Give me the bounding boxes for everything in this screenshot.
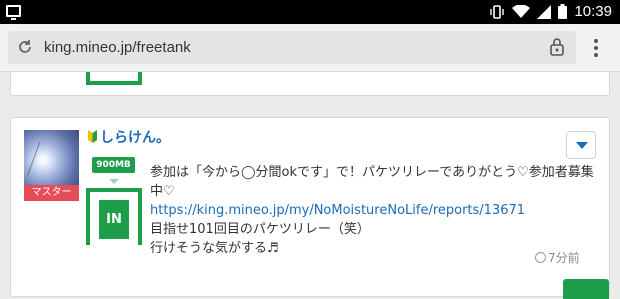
signal-icon	[537, 4, 552, 19]
previous-post-card	[10, 72, 610, 96]
browser-toolbar: king.mineo.jp/freetank	[0, 24, 620, 72]
post-text-line: 参加は「今から◯分間okです」で！パケツリレーでありがとう♡参加者募集中♡	[150, 165, 594, 199]
post-text-line: 行けそうな気がする♬	[150, 241, 279, 256]
notification-screen-icon	[6, 5, 21, 20]
vibrate-icon	[490, 4, 505, 19]
post-body: 参加は「今から◯分間okです」で！パケツリレーでありがとう♡参加者募集中♡ ht…	[150, 163, 595, 258]
url-text[interactable]: king.mineo.jp/freetank	[44, 39, 191, 56]
avatar[interactable]	[24, 130, 79, 185]
capacity-badge: 900MB	[92, 157, 135, 173]
time-ago-text: 7分前	[548, 251, 580, 265]
action-button[interactable]	[563, 279, 609, 299]
report-link[interactable]: https://king.mineo.jp/my/NoMoistureNoLif…	[150, 203, 525, 218]
role-badge: マスター	[24, 185, 79, 201]
username-link[interactable]: しらけん。	[100, 127, 170, 147]
beginner-mark-icon	[88, 130, 97, 143]
omnibox[interactable]: king.mineo.jp/freetank	[8, 31, 576, 64]
post-text-line: 目指せ101回目のパケツリレー（笑）	[150, 222, 370, 237]
lock-icon[interactable]	[548, 37, 566, 57]
status-time: 10:39	[574, 3, 612, 20]
wifi-icon	[512, 4, 531, 18]
overflow-menu-icon[interactable]	[592, 39, 600, 59]
chevron-down-icon	[109, 179, 119, 184]
in-badge: IN	[99, 200, 129, 239]
post-dropdown-button[interactable]	[566, 131, 596, 159]
in-badge-frame: IN	[86, 188, 142, 245]
clock-icon	[535, 252, 546, 263]
post-card: マスター しらけん。 900MB IN 参加は「今から◯分間okです」で！パケツ…	[10, 117, 610, 299]
battery-icon	[558, 4, 568, 19]
reload-icon[interactable]	[16, 38, 34, 56]
status-bar: 10:39	[0, 0, 620, 24]
post-timestamp: 7分前	[535, 249, 580, 266]
in-badge-frame	[86, 72, 142, 85]
